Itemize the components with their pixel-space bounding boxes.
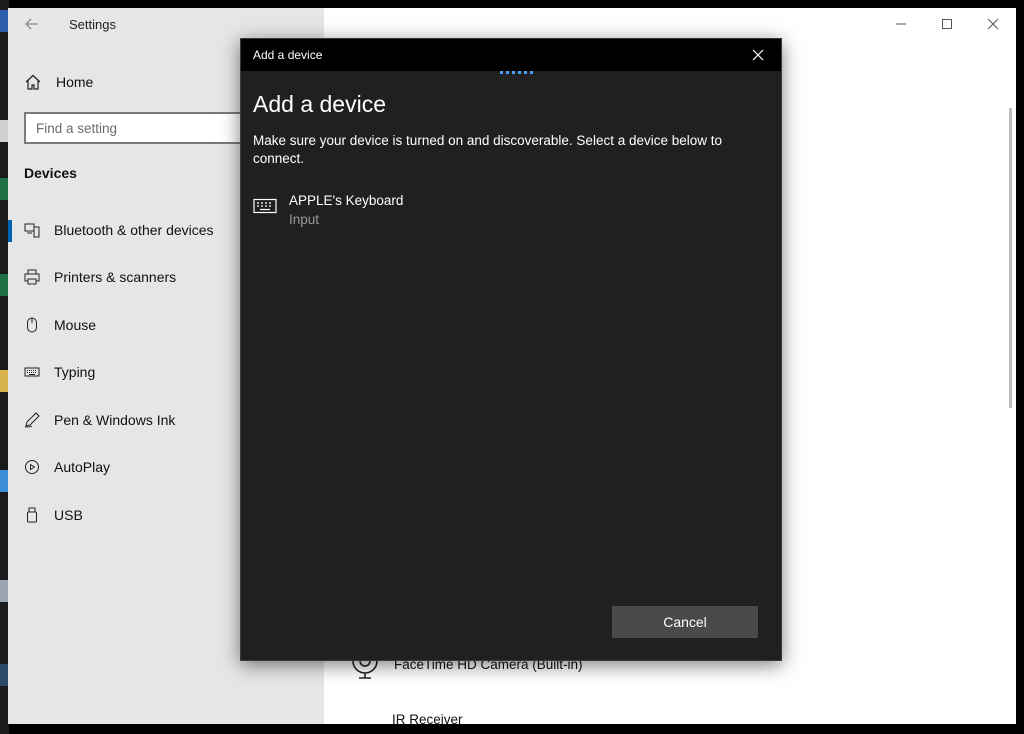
dialog-titlebar-text: Add a device bbox=[253, 48, 323, 62]
autoplay-icon bbox=[25, 460, 39, 474]
dialog-titlebar: Add a device bbox=[241, 39, 781, 71]
close-icon[interactable] bbox=[970, 8, 1016, 40]
sidebar-item-label: Pen & Windows Ink bbox=[54, 412, 176, 428]
dialog-description: Make sure your device is turned on and d… bbox=[253, 133, 723, 166]
section-title: Devices bbox=[24, 165, 77, 181]
progress-indicator bbox=[500, 71, 533, 74]
cancel-button[interactable]: Cancel bbox=[612, 606, 758, 638]
sidebar-item-label: Bluetooth & other devices bbox=[54, 222, 214, 238]
mouse-icon bbox=[27, 317, 37, 333]
sidebar-item-label: USB bbox=[54, 507, 83, 523]
home-icon bbox=[25, 74, 41, 90]
add-device-dialog: Add a device Add a device Make sure your… bbox=[240, 38, 782, 661]
sidebar-item-label: Typing bbox=[54, 364, 96, 380]
search-input[interactable]: Find a setting bbox=[24, 112, 264, 144]
keyboard-icon bbox=[253, 198, 277, 214]
printer-icon bbox=[24, 269, 40, 285]
app-title: Settings bbox=[69, 17, 116, 32]
pen-icon bbox=[24, 412, 40, 428]
device-name: APPLE's Keyboard bbox=[289, 193, 404, 208]
home-link[interactable]: Home bbox=[24, 70, 93, 94]
bluetooth-devices-icon bbox=[24, 223, 40, 238]
scrollbar[interactable] bbox=[1009, 108, 1012, 408]
sidebar-item-label: Printers & scanners bbox=[54, 269, 177, 285]
device-type: Input bbox=[289, 212, 320, 227]
maximize-icon[interactable] bbox=[924, 8, 970, 40]
sidebar-item-label: Mouse bbox=[54, 317, 97, 333]
dialog-heading: Add a device bbox=[253, 91, 386, 117]
window-controls bbox=[878, 8, 1016, 40]
close-icon[interactable] bbox=[735, 39, 781, 71]
minimize-icon[interactable] bbox=[878, 8, 924, 40]
device-item-ir[interactable]: IR Receiver bbox=[392, 712, 463, 724]
usb-icon bbox=[27, 507, 37, 523]
search-placeholder: Find a setting bbox=[36, 121, 118, 136]
selection-indicator bbox=[8, 220, 12, 242]
sidebar-item-label: AutoPlay bbox=[54, 459, 111, 475]
device-item[interactable]: APPLE's Keyboard Input bbox=[253, 191, 553, 231]
home-label: Home bbox=[56, 74, 94, 90]
back-arrow-icon[interactable] bbox=[24, 16, 48, 36]
keyboard-icon bbox=[24, 367, 40, 377]
